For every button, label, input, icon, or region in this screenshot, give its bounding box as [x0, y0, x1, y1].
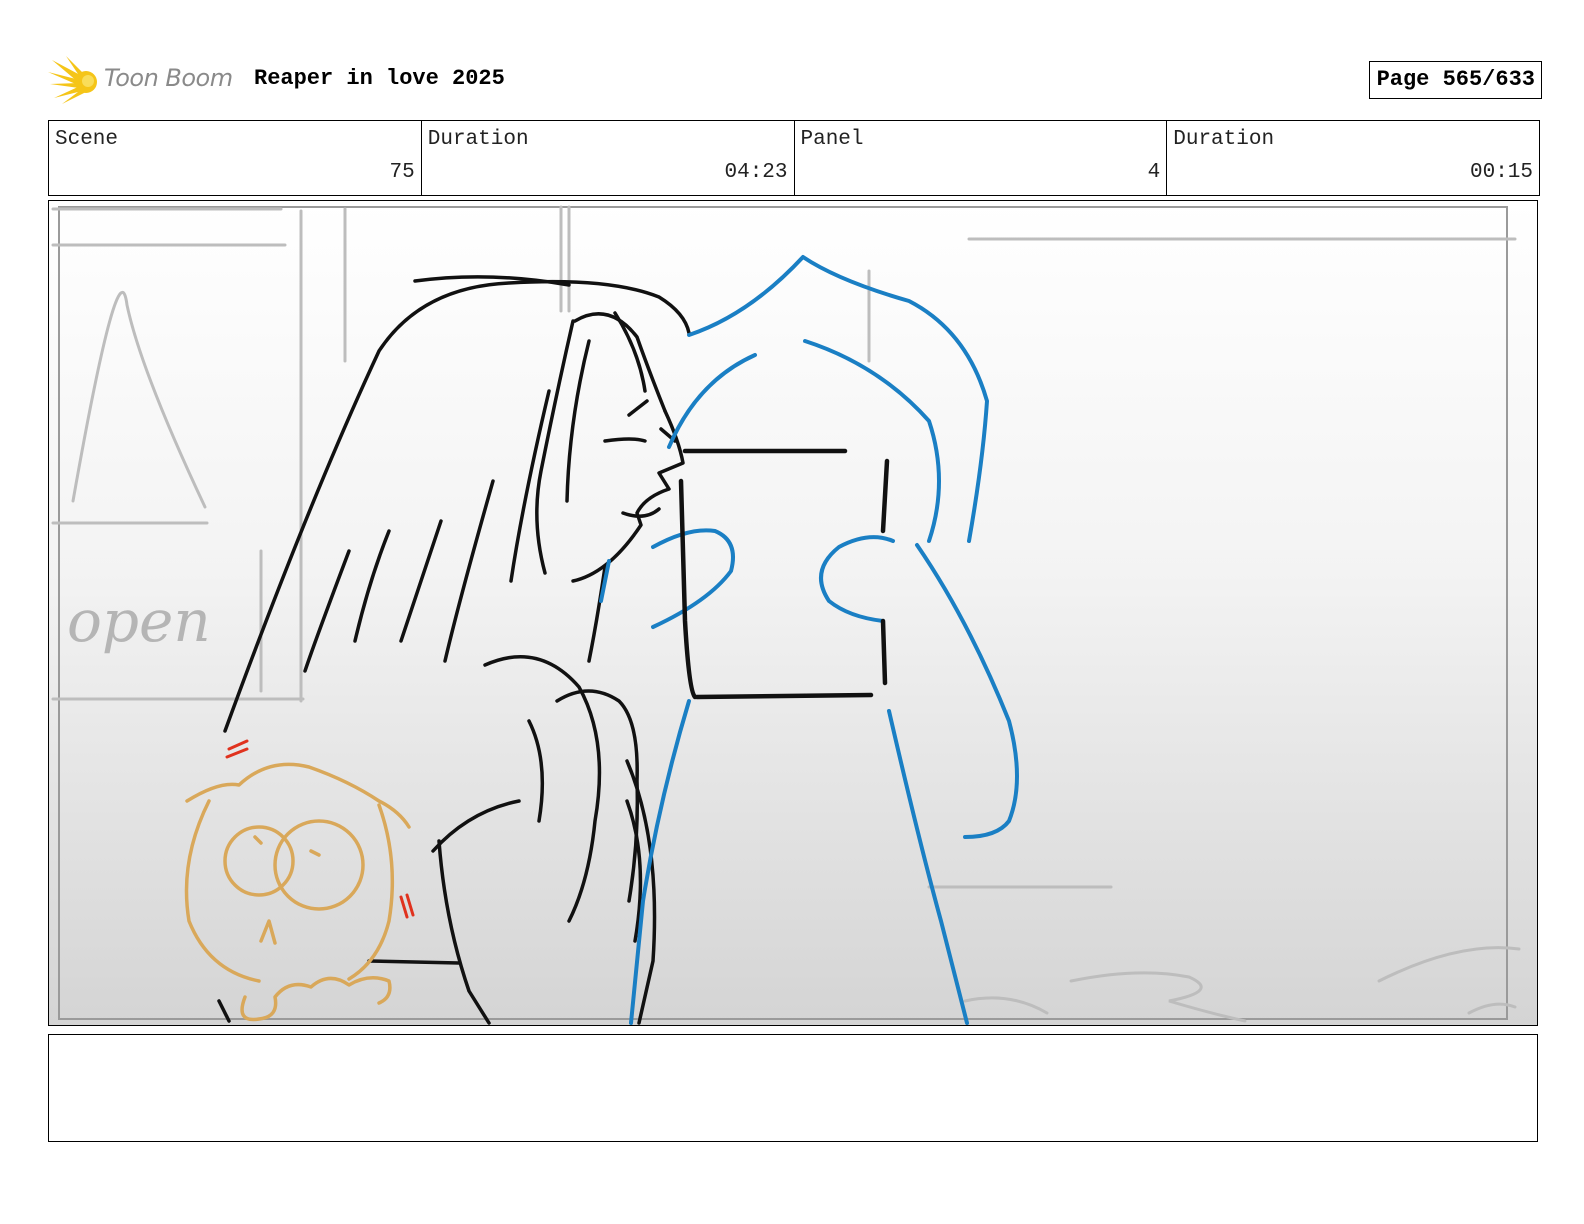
scene-cell: Scene 75: [49, 121, 422, 195]
scene-label: Scene: [55, 128, 119, 151]
panel-cell: Panel 4: [795, 121, 1168, 195]
panel-duration-value: 00:15: [1469, 161, 1533, 184]
storyboard-panel: open: [48, 200, 1538, 1026]
panel-background: [49, 201, 1537, 1025]
scene-info-table: Scene 75 Duration 04:23 Panel 4 Duration…: [48, 120, 1540, 196]
panel-value: 4: [1147, 161, 1161, 184]
storyboard-header: Toon Boom Reaper in love 2025 Page 565/6…: [48, 52, 1542, 108]
logo-text: Toon Boom: [104, 64, 233, 92]
scene-duration-cell: Duration 04:23: [422, 121, 795, 195]
scene-duration-label: Duration: [427, 128, 529, 151]
panel-notes-box: [48, 1034, 1538, 1142]
scene-value: 75: [389, 161, 415, 184]
panel-drawing: open: [49, 201, 1537, 1025]
sign-text: open: [67, 587, 211, 655]
panel-duration-cell: Duration 00:15: [1167, 121, 1539, 195]
project-title: Reaper in love 2025: [254, 66, 505, 91]
panel-label: Panel: [800, 128, 864, 151]
sunburst-icon: [48, 56, 97, 104]
scene-duration-value: 04:23: [724, 161, 788, 184]
panel-duration-label: Duration: [1173, 128, 1275, 151]
toon-boom-logo: Toon Boom: [48, 54, 244, 106]
page-number: Page 565/633: [1368, 61, 1542, 99]
